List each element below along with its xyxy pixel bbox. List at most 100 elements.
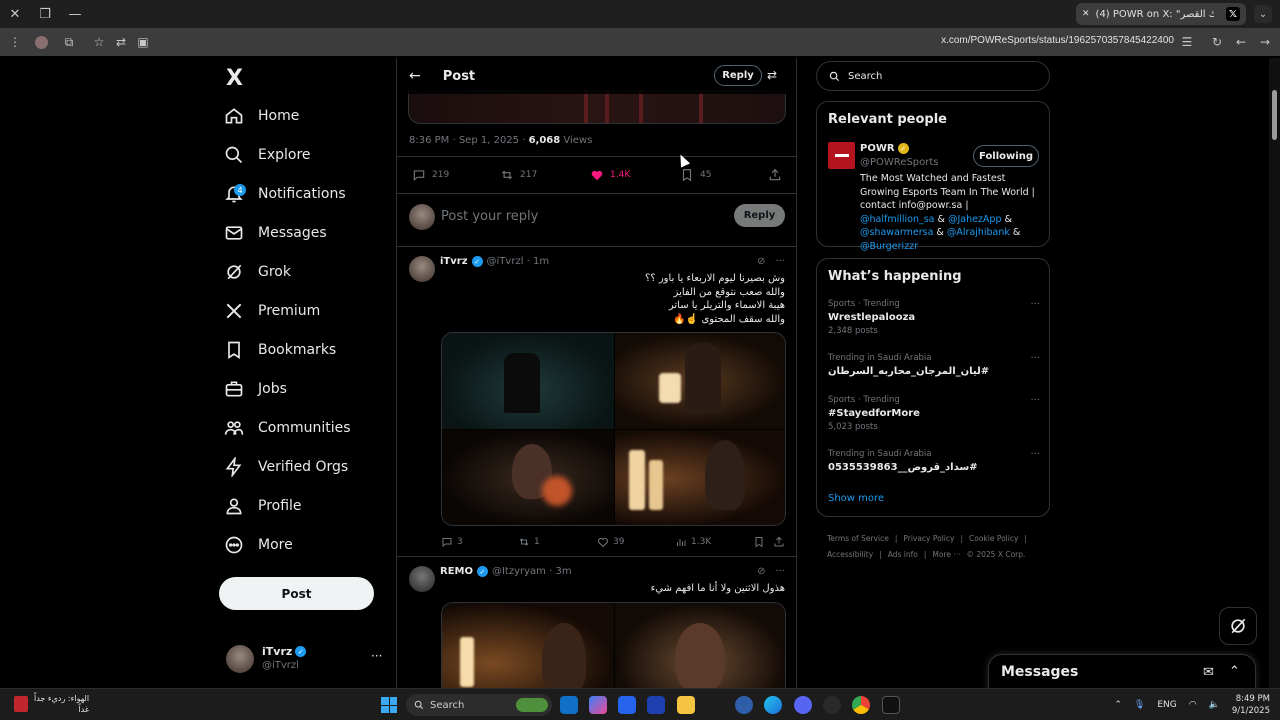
tab-search-icon[interactable]: ⌄ bbox=[1254, 5, 1272, 23]
menu-dots-icon[interactable]: ⋮ bbox=[4, 31, 26, 53]
views-action[interactable]: 1.3K bbox=[675, 536, 711, 548]
bookmark-action[interactable]: 45 bbox=[680, 168, 711, 182]
back-arrow-icon[interactable]: ← bbox=[409, 68, 421, 84]
following-button[interactable]: Following bbox=[973, 145, 1039, 167]
trend-more-icon[interactable]: ··· bbox=[1030, 299, 1040, 310]
nav-explore[interactable]: Explore bbox=[224, 139, 311, 171]
wifi-icon[interactable]: ◠ bbox=[1189, 700, 1197, 710]
nav-home[interactable]: Home bbox=[224, 100, 299, 132]
profile-icon[interactable] bbox=[30, 31, 52, 53]
volume-icon[interactable]: 🔈 bbox=[1209, 700, 1220, 710]
bio-link[interactable]: @Alrajhibank bbox=[947, 227, 1010, 238]
person-name[interactable]: POWR ✓ bbox=[860, 143, 909, 154]
copilot-icon[interactable] bbox=[589, 696, 607, 714]
post-button[interactable]: Post bbox=[219, 577, 374, 610]
browser-tab[interactable]: ✕ (4) POWR on X: "ملك القصر 𝕏 bbox=[1076, 3, 1246, 25]
clock[interactable]: 8:49 PM 9/1/2025 bbox=[1232, 693, 1270, 717]
media-image[interactable] bbox=[442, 603, 614, 688]
edge-icon[interactable] bbox=[764, 696, 782, 714]
tweet-more-icon[interactable]: ··· bbox=[775, 566, 785, 577]
tweet-media-grid[interactable] bbox=[441, 602, 786, 688]
bio-link[interactable]: @JahezApp bbox=[948, 214, 1002, 225]
tweet-media-grid[interactable] bbox=[441, 332, 786, 526]
search-input[interactable]: Search bbox=[816, 61, 1050, 91]
sliders-icon[interactable]: ⇄ bbox=[767, 68, 777, 82]
install-app-icon[interactable]: ▣ bbox=[132, 31, 154, 53]
repost-action[interactable]: 1 bbox=[518, 536, 540, 548]
site-settings-icon[interactable]: ☰ bbox=[1176, 31, 1198, 53]
bio-link[interactable]: @halfmillion_sa bbox=[860, 214, 935, 225]
media-image[interactable] bbox=[615, 430, 785, 525]
author-name[interactable]: REMO bbox=[440, 566, 473, 577]
nav-grok[interactable]: Grok bbox=[224, 256, 291, 288]
media-image[interactable] bbox=[442, 430, 614, 525]
outlook-icon[interactable] bbox=[560, 696, 578, 714]
nav-communities[interactable]: Communities bbox=[224, 412, 351, 444]
app-icon[interactable] bbox=[882, 696, 900, 714]
reply-action[interactable]: 3 bbox=[441, 536, 463, 548]
app-icon[interactable] bbox=[735, 696, 753, 714]
reply-header-button[interactable]: Reply bbox=[714, 65, 762, 86]
tray-chevron-icon[interactable]: ⌃ bbox=[1114, 700, 1122, 710]
close-window-icon[interactable]: ✕ bbox=[0, 0, 30, 28]
grok-floating-button[interactable] bbox=[1219, 607, 1257, 645]
author-name[interactable]: iTvrz bbox=[440, 256, 468, 267]
nav-bookmarks[interactable]: Bookmarks bbox=[224, 334, 336, 366]
account-switcher[interactable]: iTvrz ✓ @iTvrzl ··· bbox=[226, 643, 386, 675]
reply-tweet[interactable]: iTvrz ✓ @iTvrzl · 1m ⊘ ··· وش بصيرنا ليو… bbox=[397, 256, 796, 556]
bio-link[interactable]: @Burgerizzr bbox=[860, 241, 918, 252]
bookmark-action[interactable] bbox=[753, 536, 765, 548]
repost-action[interactable]: 217 bbox=[500, 168, 537, 182]
nav-profile[interactable]: Profile bbox=[224, 490, 302, 522]
media-image[interactable] bbox=[615, 333, 785, 429]
forward-icon[interactable]: → bbox=[1254, 31, 1276, 53]
weather-widget[interactable]: الهواء: رديء جداً غداً bbox=[14, 693, 89, 715]
translate-icon[interactable]: ⇄ bbox=[110, 31, 132, 53]
scrollbar-thumb[interactable] bbox=[1272, 90, 1277, 140]
bookmark-star-icon[interactable]: ☆ bbox=[88, 31, 110, 53]
expand-drawer-icon[interactable]: ⌃ bbox=[1229, 664, 1240, 679]
nav-premium[interactable]: Premium bbox=[224, 295, 320, 327]
trend-more-icon[interactable]: ··· bbox=[1030, 395, 1040, 406]
trend-item[interactable]: Sports · Trending Wrestlepalooza 2,348 p… bbox=[828, 299, 1040, 336]
post-media[interactable] bbox=[408, 90, 786, 124]
reply-tweet[interactable]: REMO ✓ @Itzyryam · 3m ⊘ ··· هذول الاثنين… bbox=[397, 566, 796, 688]
reply-input[interactable]: Post your reply bbox=[441, 209, 538, 224]
footer-link[interactable]: More ··· bbox=[932, 550, 960, 559]
grok-explain-icon[interactable]: ⊘ bbox=[757, 256, 765, 267]
restore-window-icon[interactable]: ❐ bbox=[30, 0, 60, 28]
bio-link[interactable]: @shawarmersa bbox=[860, 227, 933, 238]
chrome-icon[interactable] bbox=[852, 696, 870, 714]
file-explorer-icon[interactable] bbox=[677, 696, 695, 714]
like-action[interactable]: 39 bbox=[597, 536, 624, 548]
share-action[interactable] bbox=[773, 536, 785, 548]
trend-more-icon[interactable]: ··· bbox=[1030, 449, 1040, 460]
new-message-icon[interactable]: ✉ bbox=[1203, 665, 1214, 680]
store-icon[interactable] bbox=[618, 696, 636, 714]
discord-icon[interactable] bbox=[794, 696, 812, 714]
share-action[interactable] bbox=[768, 168, 782, 182]
defender-icon[interactable] bbox=[647, 696, 665, 714]
steam-icon[interactable] bbox=[823, 696, 841, 714]
nav-more[interactable]: More bbox=[224, 529, 293, 561]
nav-notifications[interactable]: 4 Notifications bbox=[224, 178, 346, 210]
account-more-icon[interactable]: ··· bbox=[371, 649, 382, 663]
nav-verified-orgs[interactable]: Verified Orgs bbox=[224, 451, 348, 483]
show-more-link[interactable]: Show more bbox=[828, 493, 884, 504]
windows-start-icon[interactable] bbox=[381, 697, 397, 713]
address-bar-url[interactable]: x.com/POWReSports/status/196257035784542… bbox=[941, 35, 1174, 46]
trend-item[interactable]: Sports · Trending #StayedforMore 5,023 p… bbox=[828, 395, 1040, 432]
media-image[interactable] bbox=[615, 603, 785, 688]
trend-item[interactable]: Trending in Saudi Arabia #سداد_قروض__053… bbox=[828, 449, 1040, 473]
grok-explain-icon[interactable]: ⊘ bbox=[757, 566, 765, 577]
reply-action[interactable]: 219 bbox=[412, 168, 449, 182]
minimize-window-icon[interactable]: — bbox=[60, 0, 90, 28]
footer-link[interactable]: Cookie Policy bbox=[969, 534, 1018, 543]
footer-link[interactable]: Terms of Service bbox=[827, 534, 889, 543]
tweet-more-icon[interactable]: ··· bbox=[775, 256, 785, 267]
page-scrollbar[interactable] bbox=[1269, 58, 1280, 688]
like-action[interactable]: 1.4K bbox=[590, 168, 630, 182]
back-icon[interactable]: ← bbox=[1230, 31, 1252, 53]
reload-icon[interactable]: ↻ bbox=[1206, 31, 1228, 53]
media-image[interactable] bbox=[442, 333, 614, 429]
